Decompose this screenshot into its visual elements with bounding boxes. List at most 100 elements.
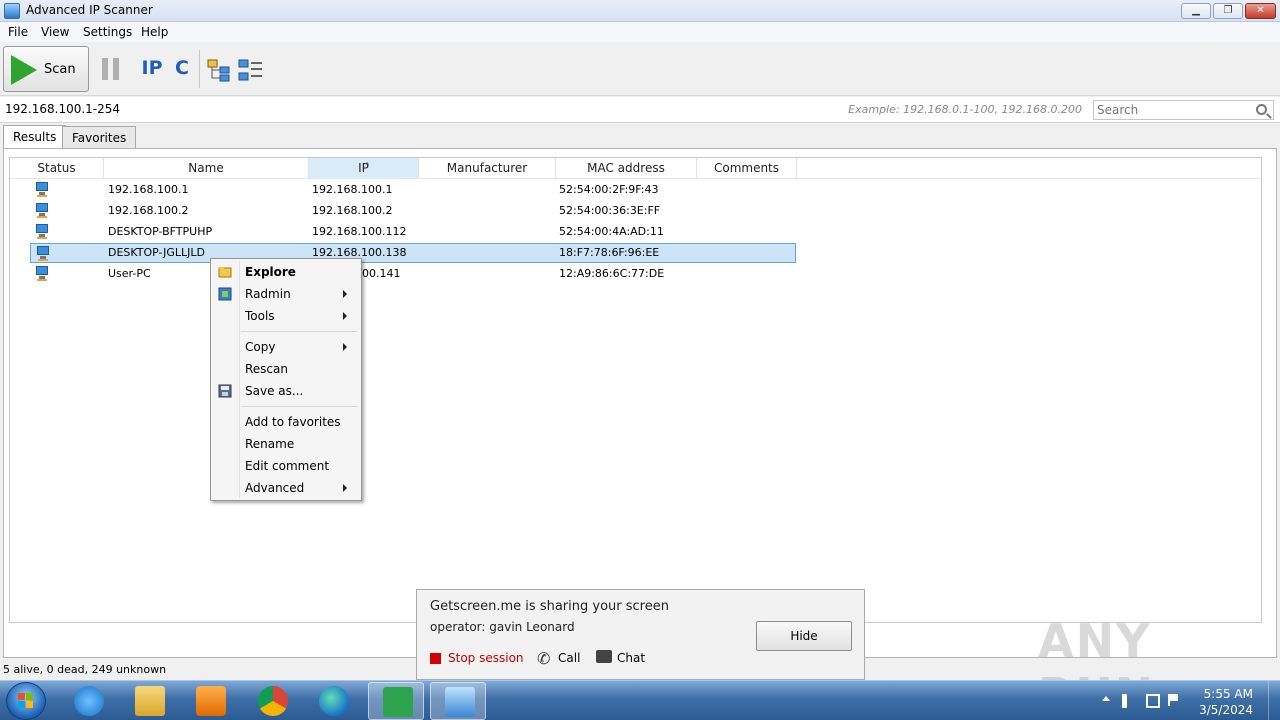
- ip-icon[interactable]: IP: [139, 56, 165, 82]
- menu-settings[interactable]: Settings: [83, 25, 132, 39]
- toolbar: Scan IP C: [0, 42, 1280, 96]
- menu-item-advanced[interactable]: Advanced: [213, 477, 359, 499]
- screen-share-popup: Getscreen.me is sharing your screen oper…: [416, 589, 865, 680]
- chat-link[interactable]: Chat: [617, 651, 645, 665]
- action-center-flag-icon[interactable]: [1168, 694, 1178, 706]
- menu-item-copy[interactable]: Copy: [213, 336, 359, 358]
- network-icon[interactable]: [1146, 694, 1160, 708]
- row-ip: 00.141: [362, 267, 401, 280]
- table-row[interactable]: DESKTOP-BFTPUHP 192.168.100.112 52:54:00…: [30, 222, 796, 242]
- computer-icon: [35, 224, 49, 240]
- computer-icon: [35, 203, 49, 219]
- search-icon[interactable]: [1256, 104, 1267, 115]
- taskbar-media-player[interactable]: [182, 682, 238, 720]
- green-arrow-app-icon: [383, 687, 413, 717]
- start-button[interactable]: [6, 682, 46, 720]
- windows-logo-icon: [18, 693, 34, 709]
- call-link[interactable]: Call: [558, 651, 580, 665]
- menu-item-save-as[interactable]: Save as...: [213, 380, 359, 402]
- tab-favorites[interactable]: Favorites: [62, 126, 137, 148]
- submenu-arrow-icon: [343, 290, 347, 298]
- clock-date[interactable]: 3/5/2024: [1199, 703, 1253, 717]
- maximize-button[interactable]: ❐: [1213, 3, 1243, 19]
- column-comments[interactable]: Comments: [697, 158, 797, 179]
- menu-item-edit-comment[interactable]: Edit comment: [213, 455, 359, 477]
- chat-icon[interactable]: [596, 650, 612, 663]
- taskbar-internet-explorer[interactable]: [60, 682, 116, 720]
- menu-help[interactable]: Help: [141, 25, 168, 39]
- system-tray: 5:55 AM 3/5/2024: [1090, 681, 1280, 720]
- share-operator: operator: gavin Leonard: [430, 620, 575, 634]
- context-menu: Explore Radmin Tools Copy Rescan Save as…: [210, 258, 362, 501]
- column-manufacturer[interactable]: Manufacturer: [419, 158, 556, 179]
- taskbar-advanced-ip-scanner[interactable]: [430, 682, 486, 720]
- play-icon: [11, 55, 37, 85]
- expand-all-icon[interactable]: [207, 58, 233, 82]
- folder-icon: [135, 686, 165, 716]
- stop-session-link[interactable]: Stop session: [448, 651, 524, 665]
- c-subnet-icon[interactable]: C: [169, 56, 195, 82]
- list-header: Status Name ^ IP Manufacturer MAC addres…: [10, 158, 1261, 179]
- speaker-icon[interactable]: [1122, 694, 1132, 708]
- menu-item-radmin[interactable]: Radmin: [213, 283, 359, 305]
- show-desktop-button[interactable]: [1268, 681, 1280, 720]
- taskbar-edge[interactable]: [305, 682, 361, 720]
- taskbar: 5:55 AM 3/5/2024: [0, 680, 1280, 720]
- table-row-selected[interactable]: DESKTOP-JGLLJLD 192.168.100.138 18:F7:78…: [30, 243, 796, 263]
- results-list[interactable]: Status Name ^ IP Manufacturer MAC addres…: [9, 157, 1262, 623]
- results-panel: Status Name ^ IP Manufacturer MAC addres…: [3, 148, 1277, 658]
- menu-item-rescan[interactable]: Rescan: [213, 358, 359, 380]
- app-icon: [4, 3, 20, 19]
- search-box[interactable]: [1093, 100, 1274, 120]
- search-input[interactable]: [1097, 103, 1247, 117]
- row-name: 192.168.100.2: [108, 204, 189, 217]
- row-name: User-PC: [108, 267, 151, 280]
- collapse-all-icon[interactable]: [238, 58, 264, 82]
- row-mac: 12:A9:86:6C:77:DE: [559, 267, 665, 280]
- toolbar-separator: [199, 50, 200, 88]
- menu-view[interactable]: View: [41, 25, 69, 39]
- ip-range-input[interactable]: [5, 102, 705, 116]
- row-mac: 52:54:00:36:3E:FF: [559, 204, 661, 217]
- table-row[interactable]: 192.168.100.1 192.168.100.1 52:54:00:2F:…: [30, 180, 796, 200]
- share-message: Getscreen.me is sharing your screen: [430, 599, 669, 614]
- column-mac-address[interactable]: MAC address: [556, 158, 697, 179]
- submenu-arrow-icon: [343, 343, 347, 351]
- menu-item-tools[interactable]: Tools: [213, 305, 359, 327]
- clock-time[interactable]: 5:55 AM: [1204, 687, 1253, 701]
- pause-icon: [102, 58, 108, 80]
- pause-button[interactable]: [102, 58, 120, 80]
- minimize-button[interactable]: ▁: [1181, 3, 1211, 19]
- advanced-ip-scanner-icon: [445, 687, 475, 717]
- taskbar-chrome[interactable]: [244, 682, 300, 720]
- show-hidden-icons-icon[interactable]: [1102, 696, 1110, 701]
- column-ip[interactable]: ^ IP: [309, 158, 419, 179]
- table-row[interactable]: User-PC 00.141 12:A9:86:6C:77:DE: [30, 264, 796, 284]
- menu-item-explore[interactable]: Explore: [213, 261, 359, 283]
- menu-bar: File View Settings Help: [0, 22, 1280, 42]
- computer-icon: [35, 266, 49, 282]
- hide-button[interactable]: Hide: [756, 621, 852, 651]
- stop-icon[interactable]: [430, 653, 441, 664]
- menu-item-rename[interactable]: Rename: [213, 433, 359, 455]
- scan-button[interactable]: Scan: [3, 46, 89, 92]
- menu-file[interactable]: File: [8, 25, 28, 39]
- phone-icon[interactable]: ✆: [537, 649, 550, 668]
- taskbar-file-explorer[interactable]: [121, 682, 177, 720]
- row-mac: 52:54:00:4A:AD:11: [559, 225, 664, 238]
- column-name[interactable]: Name: [104, 158, 309, 179]
- tab-results[interactable]: Results: [3, 125, 67, 148]
- window-title: Advanced IP Scanner: [26, 3, 153, 17]
- menu-item-add-to-favorites[interactable]: Add to favorites: [213, 411, 359, 433]
- table-row[interactable]: 192.168.100.2 192.168.100.2 52:54:00:36:…: [30, 201, 796, 221]
- column-status[interactable]: Status: [10, 158, 104, 179]
- radmin-icon: [218, 287, 232, 301]
- submenu-arrow-icon: [343, 484, 347, 492]
- row-name: 192.168.100.1: [108, 183, 189, 196]
- close-button[interactable]: ✕: [1245, 3, 1276, 19]
- row-ip: 192.168.100.112: [312, 225, 407, 238]
- taskbar-green-arrow-app[interactable]: [368, 682, 424, 720]
- row-mac: 52:54:00:2F:9F:43: [559, 183, 659, 196]
- status-text: 5 alive, 0 dead, 249 unknown: [3, 663, 167, 676]
- ip-range-example: Example: 192.168.0.1-100, 192.168.0.200: [848, 103, 1082, 116]
